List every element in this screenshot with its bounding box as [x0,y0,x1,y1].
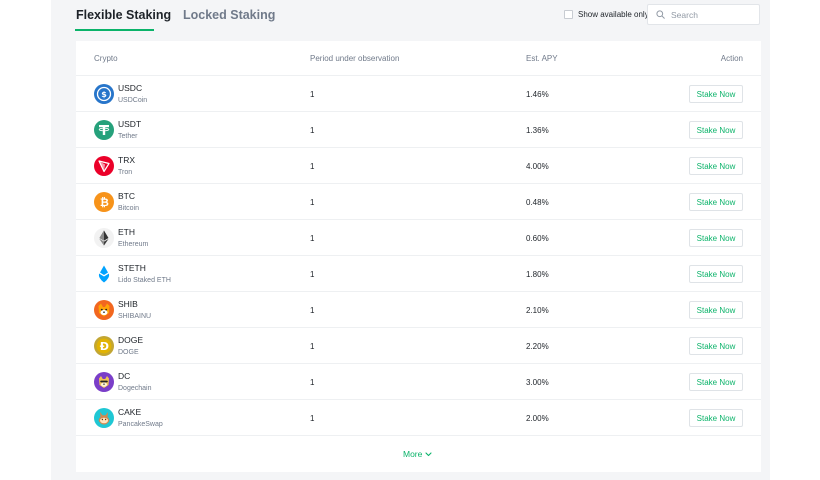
coin-symbol: CAKE [118,407,142,417]
apy-value: 2.10% [526,306,549,315]
stake-now-button[interactable]: Stake Now [689,301,743,319]
active-tab-indicator [75,29,154,31]
coin-name: Ethereum [118,241,149,248]
staking-panel: Flexible Staking Locked Staking Show ava… [51,0,770,480]
coin-symbol: USDT [118,119,142,129]
coin-name: Lido Staked ETH [118,277,171,284]
table-row: CAKE PancakeSwap 1 2.00% Stake Now [76,400,761,436]
coin-symbol: DC [118,371,131,381]
apy-value: 3.00% [526,378,549,387]
coin-symbol: TRX [118,155,135,165]
table-row: SHIB SHIBAINU 1 2.10% Stake Now [76,292,761,328]
coin-name: Tether [118,133,138,140]
stake-now-button[interactable]: Stake Now [689,373,743,391]
period-value: 1 [310,342,315,351]
search-box[interactable] [647,4,760,25]
apy-value: 2.20% [526,342,549,351]
coin-symbol: ETH [118,227,135,237]
stake-now-button[interactable]: Stake Now [689,85,743,103]
table-row: USDT Tether 1 1.36% Stake Now [76,112,761,148]
coin-symbol: SHIB [118,299,138,309]
table-header: Crypto Period under observation Est. APY… [76,41,761,76]
period-value: 1 [310,162,315,171]
table-row: $ USDC USDCoin 1 1.46% Stake Now [76,76,761,112]
staking-table-rows: $ USDC USDCoin 1 1.46% Stake Now USDT Te… [76,76,761,436]
coin-name: DOGE [118,349,139,356]
staking-tabs: Flexible Staking Locked Staking Show ava… [51,0,770,34]
coin-name: USDCoin [118,97,148,104]
staking-table-card: Crypto Period under observation Est. APY… [76,41,761,472]
cake-icon [94,408,114,428]
stake-now-button[interactable]: Stake Now [689,337,743,355]
table-row: DC Dogechain 1 3.00% Stake Now [76,364,761,400]
stake-now-button[interactable]: Stake Now [689,229,743,247]
coin-symbol: USDC [118,83,143,93]
period-value: 1 [310,306,315,315]
stake-now-button[interactable]: Stake Now [689,157,743,175]
svg-text:Ð: Ð [100,340,109,353]
coin-symbol: STETH [118,263,146,273]
period-value: 1 [310,126,315,135]
period-value: 1 [310,378,315,387]
more-label: More [403,449,423,459]
header-apy: Est. APY [526,54,558,63]
coin-name: SHIBAINU [118,313,152,320]
stake-now-button[interactable]: Stake Now [689,193,743,211]
tab-flexible-staking[interactable]: Flexible Staking [76,8,171,22]
apy-value: 0.60% [526,234,549,243]
show-available-only-checkbox[interactable] [564,10,573,19]
show-available-only-label: Show available only [578,10,649,19]
dogechain-icon [94,372,114,392]
apy-value: 1.80% [526,270,549,279]
chevron-down-icon [425,451,432,456]
apy-value: 1.36% [526,126,549,135]
table-row: ₿ BTC Bitcoin 1 0.48% Stake Now [76,184,761,220]
coin-name: Tron [118,169,133,176]
apy-value: 4.00% [526,162,549,171]
trx-icon [94,156,114,176]
header-action: Action [720,54,743,63]
steth-icon [94,264,114,284]
coin-symbol: DOGE [118,335,144,345]
table-row: STETH Lido Staked ETH 1 1.80% Stake Now [76,256,761,292]
period-value: 1 [310,90,315,99]
btc-icon: ₿ [94,192,114,212]
table-row: Ð DOGE DOGE 1 2.20% Stake Now [76,328,761,364]
coin-name: Dogechain [118,385,152,392]
stake-now-button[interactable]: Stake Now [689,121,743,139]
search-icon [656,10,665,19]
stake-now-button[interactable]: Stake Now [689,409,743,427]
table-row: TRX Tron 1 4.00% Stake Now [76,148,761,184]
coin-name: PancakeSwap [118,421,163,428]
apy-value: 0.48% [526,198,549,207]
svg-text:$: $ [101,90,107,99]
coin-name: Bitcoin [118,205,140,212]
more-link[interactable]: More [403,449,432,459]
table-row: ETH Ethereum 1 0.60% Stake Now [76,220,761,256]
period-value: 1 [310,234,315,243]
svg-text:₿: ₿ [100,196,109,209]
header-crypto: Crypto [94,54,118,63]
header-period: Period under observation [310,54,400,63]
tab-locked-staking[interactable]: Locked Staking [183,8,275,22]
show-available-only-filter[interactable]: Show available only [564,10,649,19]
period-value: 1 [310,270,315,279]
usdc-icon: $ [94,84,114,104]
coin-symbol: BTC [118,191,135,201]
shib-icon [94,300,114,320]
period-value: 1 [310,198,315,207]
apy-value: 1.46% [526,90,549,99]
usdt-icon [94,120,114,140]
stake-now-button[interactable]: Stake Now [689,265,743,283]
period-value: 1 [310,414,315,423]
search-input[interactable] [671,9,751,20]
eth-icon [94,228,114,248]
doge-icon: Ð [94,336,114,356]
apy-value: 2.00% [526,414,549,423]
